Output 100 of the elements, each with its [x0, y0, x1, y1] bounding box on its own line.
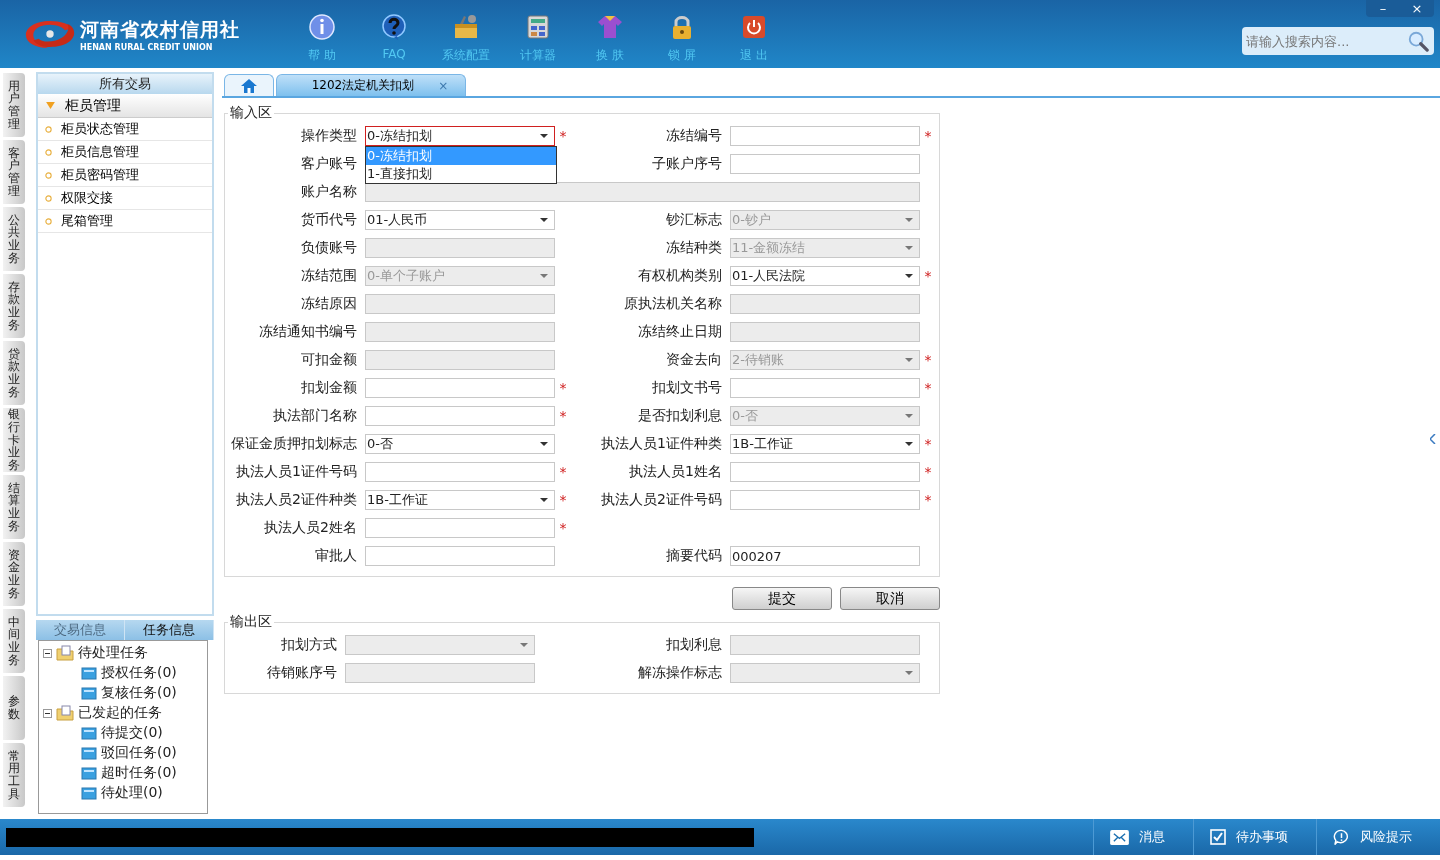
side-tab[interactable]: 结算业务: [3, 475, 25, 539]
required-mark: *: [559, 380, 567, 396]
caret-icon: [905, 218, 913, 222]
tree-item[interactable]: 超时任务(0): [101, 764, 177, 782]
required-mark: *: [924, 352, 932, 368]
collapse-toggle-icon[interactable]: [43, 648, 52, 658]
tree-item[interactable]: 授权任务(0): [101, 664, 177, 682]
field-label: 执法人员2证件号码: [600, 491, 723, 509]
tree-item[interactable]: 复核任务(0): [101, 684, 177, 702]
field-label: 执法人员2证件种类: [235, 491, 358, 509]
input-field[interactable]: [365, 546, 555, 566]
side-tab[interactable]: 常用工具: [3, 743, 25, 807]
envelope-icon: [1110, 829, 1129, 845]
field-label: 有权机构类别: [637, 267, 723, 285]
field-label: 子账户序号: [651, 155, 723, 173]
required-mark: *: [924, 268, 932, 284]
field-label: 执法人员1姓名: [628, 463, 723, 481]
side-tab[interactable]: 用户管理: [3, 73, 25, 137]
side-tab[interactable]: 客户管理: [3, 140, 25, 204]
required-mark: *: [924, 436, 932, 452]
caret-icon: [540, 274, 548, 278]
section-title: 输出区: [229, 613, 273, 631]
folder-icon: [81, 726, 97, 740]
tree-item[interactable]: 已发起的任务: [78, 704, 162, 722]
field-label: 货币代号: [300, 211, 358, 229]
submit-button[interactable]: 提交: [732, 587, 832, 610]
field-label: 冻结通知书编号: [258, 323, 358, 341]
field-label: 是否扣划利息: [637, 407, 723, 425]
field-label: 摘要代码: [665, 547, 723, 565]
input-field[interactable]: [730, 126, 920, 146]
field-label: 待销账序号: [266, 664, 338, 682]
field-label: 客户账号: [300, 155, 358, 173]
input-field[interactable]: [730, 378, 920, 398]
input-field[interactable]: [365, 378, 555, 398]
tree-item[interactable]: 待处理(0): [101, 784, 163, 802]
search-field[interactable]: 请输入搜索内容...: [1242, 27, 1434, 55]
field-label: 原执法机关名称: [623, 295, 723, 313]
speech-bubble-icon: [1333, 828, 1350, 846]
required-mark: *: [559, 408, 567, 424]
field-label: 钞汇标志: [665, 211, 723, 229]
field-label: 可扣金额: [300, 351, 358, 369]
panel-title: 所有交易: [38, 74, 212, 94]
input-field[interactable]: 000207: [730, 546, 920, 566]
side-tab[interactable]: 贷款业务: [3, 341, 25, 405]
folder-icon: [81, 746, 97, 760]
caret-icon: [905, 414, 913, 418]
caret-icon: [540, 134, 548, 138]
required-mark: *: [559, 492, 567, 508]
home-tab[interactable]: [224, 74, 274, 96]
select-field[interactable]: 1B-工作证: [365, 490, 555, 510]
page-tab[interactable]: 1202法定机关扣划 ×: [276, 74, 466, 96]
input-field[interactable]: [730, 490, 920, 510]
input-field[interactable]: [365, 462, 555, 482]
select-field[interactable]: 1B-工作证: [730, 434, 920, 454]
side-tab[interactable]: 存款业务: [3, 274, 25, 338]
field-label: 解冻操作标志: [637, 664, 723, 682]
select-field[interactable]: 01-人民币: [365, 210, 555, 230]
side-tab[interactable]: 参数: [3, 676, 25, 740]
side-tab[interactable]: 中间业务: [3, 609, 25, 673]
required-mark: *: [924, 128, 932, 144]
logo-title: 河南省农村信用社: [80, 16, 240, 42]
bullet-icon: [45, 217, 52, 225]
side-tab[interactable]: 资金业务: [3, 542, 25, 606]
collapse-toggle-icon[interactable]: [43, 708, 52, 718]
select-field[interactable]: 01-人民法院: [730, 266, 920, 286]
minimize-button[interactable]: –: [1366, 0, 1400, 17]
message-button[interactable]: 消息: [1093, 819, 1193, 855]
expand-arrow-icon: [46, 102, 55, 109]
logo-subtitle: HENAN RURAL CREDIT UNION: [80, 42, 214, 52]
risk-button[interactable]: 风险提示: [1316, 819, 1440, 855]
cancel-button[interactable]: 取消: [840, 587, 940, 610]
bullet-icon: [45, 148, 52, 156]
tree-item[interactable]: 待处理任务: [78, 644, 148, 662]
field-label: 扣划文书号: [651, 379, 723, 397]
side-tab[interactable]: 公共业务: [3, 207, 25, 271]
caret-icon: [905, 246, 913, 250]
required-mark: *: [559, 464, 567, 480]
input-field[interactable]: [365, 406, 555, 426]
tree-item[interactable]: 待提交(0): [101, 724, 163, 742]
required-mark: *: [559, 520, 567, 536]
select-field[interactable]: 0-否: [365, 434, 555, 454]
input-field[interactable]: [730, 154, 920, 174]
field-label: 负债账号: [300, 239, 358, 257]
tree-item[interactable]: 驳回任务(0): [101, 744, 177, 762]
dropdown-option[interactable]: 1-直接扣划: [366, 165, 556, 183]
search-icon[interactable]: [1407, 30, 1429, 52]
field-label: 扣划方式: [280, 636, 338, 654]
input-field[interactable]: [365, 518, 555, 538]
side-tab[interactable]: 银行卡业务: [3, 408, 25, 472]
todo-button[interactable]: 待办事项: [1193, 819, 1316, 855]
caret-icon: [905, 274, 913, 278]
menu-group[interactable]: 柜员管理: [38, 94, 212, 118]
folder-icon: [81, 786, 97, 800]
input-field[interactable]: [730, 462, 920, 482]
close-button[interactable]: ×: [1400, 0, 1434, 17]
caret-icon: [540, 218, 548, 222]
field-label: 冻结种类: [665, 239, 723, 257]
toolbox-icon: [452, 12, 480, 41]
required-mark: *: [559, 128, 567, 144]
required-mark: *: [924, 380, 932, 396]
